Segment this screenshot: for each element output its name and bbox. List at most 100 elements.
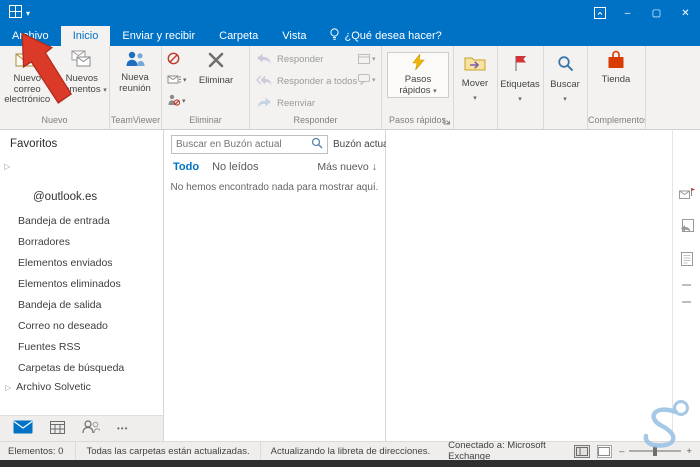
maximize-button[interactable]: ▢ bbox=[642, 0, 671, 26]
reading-pane bbox=[386, 130, 672, 441]
zoom-slider-thumb[interactable] bbox=[653, 446, 658, 456]
archive-group-label: Archivo Solvetic bbox=[16, 381, 91, 393]
store-button[interactable]: Tienda bbox=[588, 46, 644, 114]
folder-pane: Favoritos ▷ @outlook.es Bandeja de entra… bbox=[0, 130, 164, 441]
folder-list: Bandeja de entrada Borradores Elementos … bbox=[0, 211, 163, 379]
dialog-launcher-icon[interactable] bbox=[443, 116, 451, 128]
new-items-text: Nuevos elementos bbox=[56, 73, 101, 95]
minimize-button[interactable]: – bbox=[613, 0, 642, 26]
chevron-down-icon: ▾ bbox=[473, 94, 477, 102]
normal-view-button[interactable] bbox=[574, 444, 590, 458]
reading-view-button[interactable] bbox=[596, 444, 613, 458]
folder-junk[interactable]: Correo no deseado bbox=[0, 316, 163, 337]
chevron-down-icon: ▾ bbox=[433, 87, 437, 95]
tags-button[interactable]: Etiquetas ▾ bbox=[498, 46, 542, 129]
chevron-down-icon: ▾ bbox=[182, 98, 186, 105]
qat-customize-caret-icon[interactable]: ▾ bbox=[26, 9, 30, 17]
close-button[interactable]: ✕ bbox=[671, 0, 700, 26]
folder-sent[interactable]: Elementos enviados bbox=[0, 253, 163, 274]
reply-button[interactable]: Responder bbox=[256, 50, 356, 69]
nav-mail-button[interactable] bbox=[13, 420, 33, 437]
search-box[interactable] bbox=[171, 135, 328, 154]
expand-triangle-icon[interactable]: ▷ bbox=[5, 383, 11, 392]
filter-all-tab[interactable]: Todo bbox=[173, 161, 199, 173]
window-controls: – ▢ ✕ bbox=[587, 0, 700, 26]
new-items-button[interactable]: Nuevos elementos ▾ bbox=[55, 46, 110, 114]
folder-outbox[interactable]: Bandeja de salida bbox=[0, 295, 163, 316]
chevron-down-icon: ▾ bbox=[103, 86, 107, 94]
zoom-in-button[interactable]: + bbox=[686, 446, 692, 457]
forward-icon bbox=[256, 97, 272, 111]
search-input[interactable] bbox=[176, 139, 308, 150]
respond-meeting-button[interactable]: ▾ bbox=[358, 52, 376, 67]
app-grid-icon[interactable] bbox=[9, 5, 22, 21]
new-email-button[interactable]: Nuevo correo electrónico bbox=[0, 46, 55, 114]
move-button[interactable]: Mover ▾ bbox=[454, 46, 496, 129]
archive-group-row[interactable]: ▷ Archivo Solvetic bbox=[5, 381, 163, 393]
reply-sheet-icon[interactable] bbox=[680, 219, 694, 237]
reply-all-button[interactable]: Responder a todos bbox=[256, 72, 358, 91]
folder-deleted[interactable]: Elementos eliminados bbox=[0, 274, 163, 295]
nav-people-button[interactable] bbox=[82, 420, 101, 437]
clean-up-button[interactable]: ▾ bbox=[167, 73, 187, 88]
sort-dropdown[interactable]: Más nuevo ↓ bbox=[317, 161, 377, 173]
group-label-respond: Responder bbox=[293, 115, 338, 125]
reply-all-label: Responder a todos bbox=[277, 76, 358, 87]
delete-button[interactable]: Eliminar bbox=[189, 46, 244, 114]
ribbon-display-options-icon[interactable] bbox=[587, 0, 613, 26]
reply-icon bbox=[256, 53, 272, 67]
junk-icon bbox=[167, 94, 181, 109]
forward-label: Reenviar bbox=[277, 98, 316, 109]
folder-rss[interactable]: Fuentes RSS bbox=[0, 337, 163, 358]
chevron-down-icon: ▾ bbox=[372, 56, 376, 63]
zoom-slider[interactable] bbox=[629, 446, 682, 456]
new-meeting-button[interactable]: Nueva reunión bbox=[110, 46, 160, 114]
chevron-down-icon: ▾ bbox=[563, 95, 567, 103]
delete-x-icon bbox=[206, 50, 226, 73]
collapse-triangle-icon[interactable]: ▷ bbox=[4, 163, 163, 171]
document-icon[interactable] bbox=[680, 252, 693, 269]
junk-button[interactable]: ▾ bbox=[167, 94, 187, 109]
meeting-mini-icon bbox=[358, 53, 370, 67]
move-folder-icon bbox=[464, 55, 486, 74]
sort-arrow-icon: ↓ bbox=[371, 161, 377, 173]
tab-folder[interactable]: Carpeta bbox=[207, 26, 270, 46]
tab-send-receive[interactable]: Enviar y recibir bbox=[110, 26, 207, 46]
ribbon-group-addins: Tienda Complementos bbox=[588, 46, 646, 129]
flagged-mail-icon[interactable] bbox=[678, 187, 695, 204]
tab-view[interactable]: Vista bbox=[270, 26, 318, 46]
nav-calendar-button[interactable] bbox=[50, 420, 65, 437]
connection-status: Conectado a: Microsoft Exchange bbox=[448, 440, 546, 462]
filter-unread-tab[interactable]: No leídos bbox=[212, 161, 258, 173]
move-label: Mover bbox=[461, 78, 489, 89]
zoom-out-button[interactable]: – bbox=[619, 446, 624, 457]
outlook-window: ▾ – ▢ ✕ Archivo Inicio Enviar y recibir … bbox=[0, 0, 700, 467]
address-book-status: Actualizando la libreta de direcciones. bbox=[259, 442, 440, 460]
folder-search-folders[interactable]: Carpetas de búsqueda bbox=[0, 358, 163, 379]
ribbon-group-delete: ▾ ▾ Eliminar Eliminar bbox=[162, 46, 250, 129]
folder-inbox[interactable]: Bandeja de entrada bbox=[0, 211, 163, 232]
new-email-icon bbox=[15, 50, 40, 71]
favorites-header[interactable]: Favoritos bbox=[10, 138, 163, 150]
tell-me-box[interactable]: ¿Qué desea hacer? bbox=[319, 26, 452, 46]
ribbon-group-move: Mover ▾ bbox=[454, 46, 498, 129]
account-root[interactable]: @outlook.es bbox=[33, 191, 163, 203]
ribbon-group-search: Buscar ▾ bbox=[544, 46, 588, 129]
quick-steps-gallery[interactable]: Pasos rápidos ▾ bbox=[387, 52, 449, 98]
quick-access-toolbar[interactable]: ▾ bbox=[0, 5, 30, 21]
search-ribbon-button[interactable]: Buscar ▾ bbox=[544, 46, 586, 129]
ignore-button[interactable] bbox=[167, 52, 187, 67]
new-email-label: Nuevo correo electrónico bbox=[4, 73, 51, 105]
group-label-new: Nuevo bbox=[41, 115, 68, 125]
tab-home[interactable]: Inicio bbox=[60, 26, 111, 46]
sort-label: Más nuevo bbox=[317, 161, 369, 173]
search-icon[interactable] bbox=[311, 137, 323, 152]
tab-file[interactable]: Archivo bbox=[0, 26, 61, 46]
new-items-icon bbox=[71, 50, 93, 71]
respond-im-button[interactable]: ▾ bbox=[358, 73, 376, 88]
folder-drafts[interactable]: Borradores bbox=[0, 232, 163, 253]
nav-more-button[interactable]: ••• bbox=[117, 424, 128, 433]
bottom-edge-strip bbox=[0, 460, 700, 467]
clean-up-icon bbox=[167, 74, 181, 88]
forward-button[interactable]: Reenviar bbox=[256, 94, 356, 113]
